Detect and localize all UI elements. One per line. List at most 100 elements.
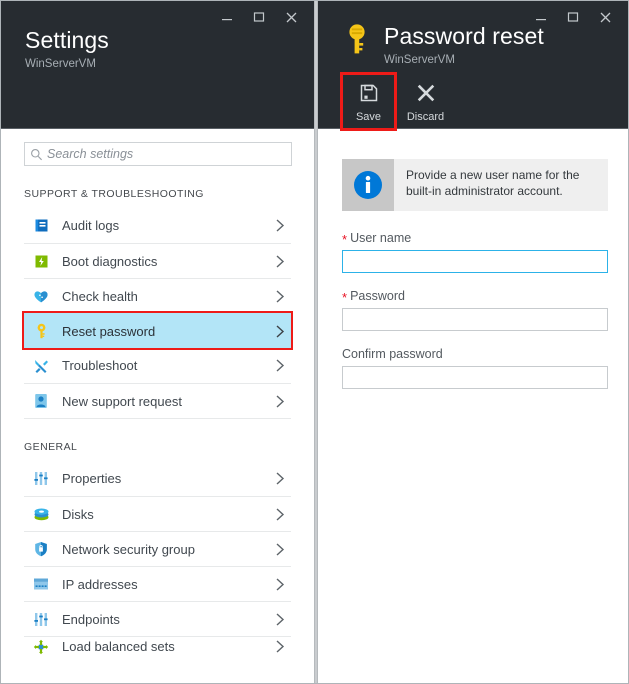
search-input[interactable] [47, 147, 291, 161]
password-field-group: *Password [342, 289, 608, 331]
info-icon-container [342, 159, 394, 211]
confirm-password-label: Confirm password [342, 347, 608, 361]
sidebar-item-troubleshoot[interactable]: Troubleshoot [24, 348, 291, 383]
confirm-password-input[interactable] [342, 366, 608, 389]
key-icon [344, 23, 374, 57]
settings-list: SUPPORT & TROUBLESHOOTING Audit logs [1, 179, 314, 683]
chevron-right-icon [269, 289, 291, 304]
close-icon [599, 11, 612, 24]
troubleshoot-icon [28, 358, 54, 374]
password-blade-header: Password reset WinServerVM Save [318, 1, 628, 129]
maximize-button[interactable] [244, 5, 274, 29]
sidebar-item-label: Load balanced sets [62, 639, 269, 654]
command-bar: Save Discard [343, 75, 451, 128]
sidebar-item-label: New support request [62, 394, 269, 409]
sidebar-item-load-balanced-sets[interactable]: Load balanced sets [24, 636, 291, 656]
sidebar-item-check-health[interactable]: Check health [24, 278, 291, 313]
username-input[interactable] [342, 250, 608, 273]
save-icon [359, 82, 379, 104]
sidebar-item-reset-password[interactable]: Reset password [24, 313, 291, 348]
close-button[interactable] [590, 5, 620, 29]
save-label: Save [356, 110, 381, 124]
maximize-button[interactable] [558, 5, 588, 29]
minimize-icon [535, 11, 547, 23]
disks-icon [28, 507, 54, 522]
sidebar-item-label: Boot diagnostics [62, 254, 269, 269]
password-input[interactable] [342, 308, 608, 331]
sidebar-item-properties[interactable]: Properties [24, 461, 291, 496]
chevron-right-icon [269, 471, 291, 486]
sidebar-item-ip-addresses[interactable]: IP addresses [24, 566, 291, 601]
page-subtitle: WinServerVM [384, 52, 544, 68]
info-banner: Provide a new user name for the built-in… [342, 159, 608, 211]
chevron-right-icon [269, 254, 291, 269]
chevron-right-icon [269, 358, 291, 373]
shield-icon [28, 541, 54, 557]
info-icon [352, 169, 384, 201]
sidebar-item-label: Network security group [62, 542, 269, 557]
settings-blade: Settings WinServerVM SUPPORT & TROUBLESH… [1, 1, 314, 683]
discard-icon [416, 82, 436, 104]
required-indicator: * [342, 290, 347, 305]
sidebar-item-disks[interactable]: Disks [24, 496, 291, 531]
sidebar-item-label: Properties [62, 471, 269, 486]
settings-title-block: Settings WinServerVM [25, 27, 109, 72]
search-icon [25, 148, 47, 161]
chevron-right-icon [269, 324, 291, 339]
sidebar-item-boot-diagnostics[interactable]: Boot diagnostics [24, 243, 291, 278]
endpoints-icon [28, 612, 54, 627]
check-health-icon [28, 289, 54, 304]
ip-addresses-icon [28, 577, 54, 591]
chevron-right-icon [269, 542, 291, 557]
minimize-button[interactable] [212, 5, 242, 29]
azure-portal-screenshot: Settings WinServerVM SUPPORT & TROUBLESH… [0, 0, 629, 684]
settings-window-controls [212, 5, 306, 29]
info-banner-text: Provide a new user name for the built-in… [394, 159, 608, 211]
sidebar-item-label: Audit logs [62, 218, 269, 233]
sidebar-item-label: Endpoints [62, 612, 269, 627]
key-icon [28, 323, 54, 339]
save-button[interactable]: Save [343, 75, 394, 128]
password-reset-blade: Password reset WinServerVM Save [318, 1, 628, 683]
page-subtitle: WinServerVM [25, 56, 109, 72]
page-title: Settings [25, 27, 109, 53]
sidebar-item-endpoints[interactable]: Endpoints [24, 601, 291, 636]
new-support-request-icon [28, 393, 54, 409]
properties-icon [28, 471, 54, 486]
maximize-icon [253, 11, 265, 23]
password-title-block: Password reset WinServerVM [384, 23, 544, 68]
chevron-right-icon [269, 577, 291, 592]
search-settings-box[interactable] [24, 142, 292, 166]
page-title: Password reset [384, 23, 544, 49]
sidebar-item-label: IP addresses [62, 577, 269, 592]
discard-label: Discard [407, 110, 444, 124]
boot-diagnostics-icon [28, 254, 54, 269]
audit-logs-icon [28, 218, 54, 233]
sidebar-item-label: Disks [62, 507, 269, 522]
chevron-right-icon [269, 394, 291, 409]
chevron-right-icon [269, 639, 291, 654]
required-indicator: * [342, 232, 347, 247]
password-label: *Password [342, 289, 608, 303]
username-field-group: *User name [342, 231, 608, 273]
sidebar-item-label: Reset password [62, 324, 269, 339]
settings-blade-header: Settings WinServerVM [1, 1, 314, 129]
close-button[interactable] [276, 5, 306, 29]
sidebar-item-network-security-group[interactable]: Network security group [24, 531, 291, 566]
sidebar-item-audit-logs[interactable]: Audit logs [24, 208, 291, 243]
discard-button[interactable]: Discard [400, 75, 451, 128]
sidebar-item-label: Troubleshoot [62, 358, 269, 373]
close-icon [285, 11, 298, 24]
load-balanced-sets-icon [28, 639, 54, 655]
sidebar-item-new-support-request[interactable]: New support request [24, 383, 291, 418]
group-header-general: GENERAL [1, 419, 314, 461]
username-label: *User name [342, 231, 608, 245]
sidebar-item-label: Check health [62, 289, 269, 304]
minimize-icon [221, 11, 233, 23]
chevron-right-icon [269, 612, 291, 627]
chevron-right-icon [269, 507, 291, 522]
chevron-right-icon [269, 218, 291, 233]
confirm-password-field-group: Confirm password [342, 347, 608, 389]
group-header-support: SUPPORT & TROUBLESHOOTING [1, 179, 314, 208]
maximize-icon [567, 11, 579, 23]
